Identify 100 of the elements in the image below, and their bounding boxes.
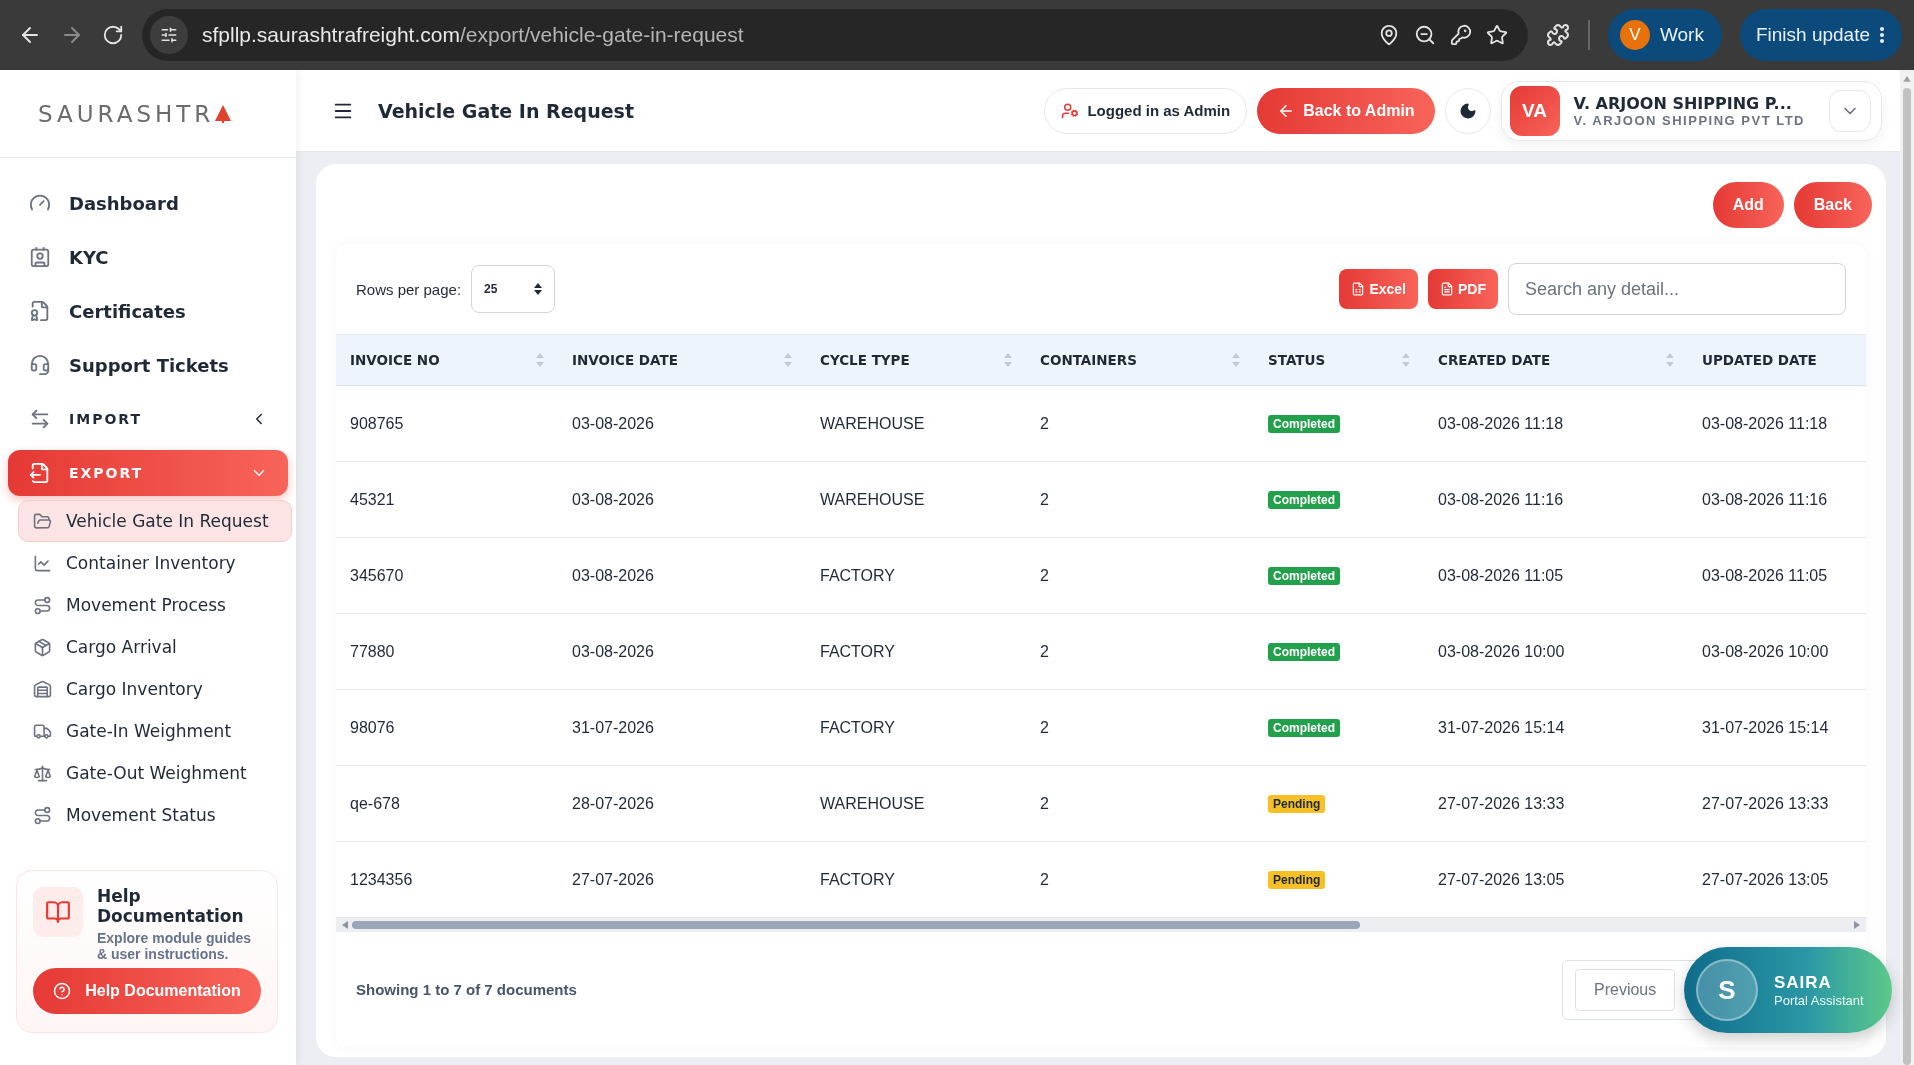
- previous-button[interactable]: Previous: [1575, 968, 1676, 1011]
- column-header[interactable]: STATUS: [1254, 352, 1424, 368]
- route-icon: [33, 595, 52, 615]
- line-chart-icon: [33, 553, 52, 573]
- user-icon: [1061, 101, 1080, 120]
- table-cell-text: 03-08-2026 11:18: [1437, 414, 1565, 433]
- table-cell-text: FACTORY: [819, 870, 896, 889]
- sort-icon[interactable]: [1666, 353, 1674, 367]
- file-export-icon: [29, 462, 51, 484]
- column-header[interactable]: CONTAINERS: [1026, 352, 1254, 368]
- table-cell-text: 2: [1039, 490, 1050, 509]
- table-cell-text: 98076: [349, 718, 396, 737]
- table-cell-text: 27-07-2026 13:33: [1437, 794, 1566, 813]
- sort-icon[interactable]: [1402, 353, 1410, 367]
- search-field[interactable]: Search any detail...: [1508, 263, 1846, 315]
- nav-link[interactable]: Dashboard: [8, 176, 288, 230]
- sort-icon[interactable]: [1004, 353, 1012, 367]
- table-cell-text: FACTORY: [819, 566, 896, 585]
- vertical-scrollbar[interactable]: [1900, 70, 1914, 1065]
- key-icon[interactable]: [1449, 24, 1472, 46]
- table-cell-text: 2: [1039, 794, 1050, 813]
- table-cell-text: qe-678: [349, 794, 401, 813]
- page-title: Vehicle Gate In Request: [378, 99, 635, 122]
- scroll-left-icon[interactable]: [342, 921, 348, 929]
- nav-sublink[interactable]: Cargo Arrival: [18, 626, 288, 668]
- table-cell-text: WAREHOUSE: [819, 414, 926, 433]
- table-cell-text: 27-07-2026 13:33: [1701, 794, 1830, 813]
- table-cell-text: 03-08-2026 11:05: [1701, 566, 1829, 585]
- nav-section[interactable]: EXPORT: [8, 450, 288, 496]
- table-cell-text: 45321: [349, 490, 396, 509]
- document-icon: [1440, 282, 1454, 296]
- nav-sublink[interactable]: Container Inventory: [18, 542, 288, 584]
- back-to-admin-button[interactable]: Back to Admin: [1257, 87, 1435, 134]
- nav-sublink[interactable]: Vehicle Gate In Request: [18, 500, 292, 542]
- table-cell-text: WAREHOUSE: [819, 794, 926, 813]
- status-badge: Completed: [1268, 415, 1340, 433]
- nav-sublink[interactable]: Movement Process: [18, 584, 288, 626]
- nav-link[interactable]: Support Tickets: [8, 338, 288, 392]
- account-card[interactable]: VA V. ARJOON SHIPPING P... V. ARJOON SHIPPING PVT LTD: [1500, 80, 1882, 141]
- scroll-up-icon[interactable]: [1903, 76, 1911, 82]
- table-cell-text: 31-07-2026 15:14: [1437, 718, 1566, 737]
- column-header[interactable]: CREATED DATE: [1424, 352, 1688, 368]
- table-cell-text: 77880: [349, 642, 396, 661]
- id-card-icon: [29, 246, 51, 268]
- assistant-button[interactable]: S SAIRA Portal Assistant: [1684, 947, 1892, 1033]
- headset-icon: [29, 354, 51, 376]
- nav-section[interactable]: IMPORT: [8, 396, 288, 442]
- certificate-icon: [29, 300, 51, 322]
- site-settings-icon[interactable]: [150, 16, 188, 54]
- column-header[interactable]: UPDATED DATE: [1688, 352, 1866, 368]
- sort-icon: [534, 283, 543, 295]
- column-header[interactable]: CYCLE TYPE: [806, 352, 1026, 368]
- rows-per-page-select[interactable]: 25: [471, 265, 556, 313]
- table-cell-text: 908765: [349, 414, 405, 433]
- table-cell-text: 27-07-2026 13:05: [1437, 870, 1566, 889]
- sort-icon[interactable]: [536, 353, 544, 367]
- help-title: Help Documentation: [97, 887, 245, 927]
- status-badge: Pending: [1268, 795, 1326, 813]
- scroll-right-icon[interactable]: [1854, 921, 1860, 929]
- table-cell-text: 03-08-2026 10:00: [1437, 642, 1566, 661]
- status-badge: Completed: [1268, 719, 1340, 737]
- nav-sublink[interactable]: Cargo Inventory: [18, 668, 288, 710]
- profile-button[interactable]: V Work: [1607, 9, 1722, 61]
- table-cell-text: FACTORY: [819, 718, 896, 737]
- table-cell-text: 1234356: [349, 870, 414, 889]
- nav-sublink[interactable]: Gate-In Weighment: [18, 710, 288, 752]
- update-button[interactable]: Finish update: [1739, 9, 1902, 61]
- puzzle-icon[interactable]: [1545, 23, 1570, 47]
- table-cell-text: 03-08-2026 11:05: [1437, 566, 1565, 585]
- star-icon[interactable]: [1485, 24, 1508, 46]
- column-header[interactable]: INVOICE DATE: [558, 352, 806, 368]
- table-cell-text: 03-08-2026: [571, 414, 655, 433]
- route-icon: [33, 805, 52, 825]
- help-button[interactable]: Help Documentation: [33, 968, 261, 1015]
- logged-in-indicator: Logged in as Admin: [1044, 87, 1248, 134]
- table-cell-text: 27-07-2026 13:05: [1701, 870, 1830, 889]
- nav-sublink[interactable]: Movement Status: [18, 794, 288, 836]
- table-cell-text: 2: [1039, 414, 1050, 433]
- nav-sublink[interactable]: Gate-Out Weighment: [18, 752, 288, 794]
- sort-icon[interactable]: [784, 353, 792, 367]
- scale-icon: [33, 763, 52, 783]
- help-text: Explore module guides & user instructions.: [97, 930, 253, 963]
- account-avatar: VA: [1509, 85, 1560, 136]
- status-badge: Pending: [1268, 871, 1326, 889]
- sort-icon[interactable]: [1232, 353, 1240, 367]
- url-text: sfpllp.saurashtrafreight.com/export/vehicle-gate-in-request: [202, 23, 745, 47]
- add-button[interactable]: Add: [1712, 182, 1784, 228]
- reload-icon[interactable]: [102, 24, 124, 46]
- back-button[interactable]: Back: [1793, 182, 1872, 228]
- zoom-out-icon[interactable]: [1413, 24, 1436, 46]
- table-cell-text: 03-08-2026: [571, 566, 655, 585]
- table-cell-text: 03-08-2026: [571, 642, 655, 661]
- address-bar[interactable]: sfpllp.saurashtrafreight.com/export/vehicle-gate-in-request: [142, 9, 1528, 61]
- nav-link[interactable]: KYC: [8, 230, 288, 284]
- table-cell-text: 2: [1039, 566, 1050, 585]
- column-header[interactable]: INVOICE NO: [336, 352, 558, 368]
- triangle-logo-icon: [215, 104, 232, 123]
- table-cell-text: 03-08-2026 11:18: [1701, 414, 1829, 433]
- nav-link[interactable]: Certificates: [8, 284, 288, 338]
- horizontal-scrollbar[interactable]: [336, 918, 1866, 932]
